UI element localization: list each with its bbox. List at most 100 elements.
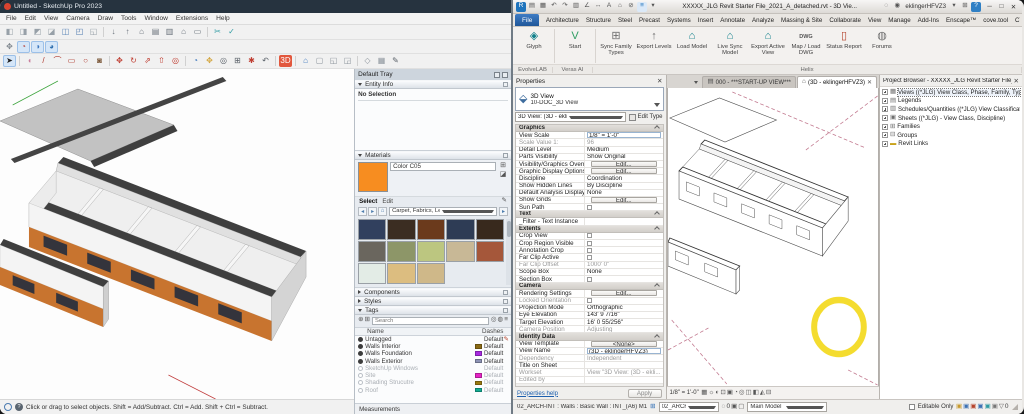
resize-grip[interactable] xyxy=(1012,404,1018,410)
paint-bucket-icon[interactable]: ◙ xyxy=(93,55,106,67)
apply-button[interactable]: Apply xyxy=(627,388,662,398)
design-options-icon[interactable]: ▣ xyxy=(731,403,737,411)
column-dashes[interactable]: Dashes xyxy=(482,328,508,335)
help-icon[interactable]: ? xyxy=(15,403,23,411)
tag-color-chip[interactable] xyxy=(475,387,482,393)
add-tag-icon[interactable]: ⊕ xyxy=(358,317,363,324)
load-model-button[interactable]: ⌂ Load Model xyxy=(673,28,711,64)
menu-item[interactable]: Draw xyxy=(98,15,113,22)
menu-item[interactable]: Camera xyxy=(66,15,89,22)
zoom-camera-icon[interactable]: ◎ xyxy=(217,55,230,67)
previous-view-icon[interactable]: ↶ xyxy=(259,55,272,67)
front-view-icon[interactable]: ◱ xyxy=(327,55,340,67)
color-by-tag-icon[interactable]: ◍ xyxy=(498,317,504,324)
analytical-model-icon[interactable]: ◭ xyxy=(760,389,765,397)
dropdown-icon[interactable]: ▾ xyxy=(949,2,959,12)
white-cube-icon[interactable]: ◨ xyxy=(17,26,30,38)
right-view-icon[interactable]: ◲ xyxy=(341,55,354,67)
status-blue2-icon[interactable]: ▣ xyxy=(977,403,983,411)
material-swatch[interactable] xyxy=(416,262,446,284)
menu-item[interactable]: Tools xyxy=(121,15,136,22)
ribbon-tab[interactable]: Annotate xyxy=(717,14,749,26)
visibility-eye-icon[interactable] xyxy=(358,365,364,371)
property-row[interactable]: Camera Position Adjusting xyxy=(516,326,663,334)
requests-count[interactable]: 0 xyxy=(726,403,730,411)
view-tab[interactable]: ▤ 000 - ***START-UP VIEW*** xyxy=(702,76,797,88)
material-swatch[interactable] xyxy=(416,240,446,262)
pan-camera-icon[interactable]: ✥ xyxy=(203,55,216,67)
visibility-eye-icon[interactable] xyxy=(358,351,364,357)
editing-requests-icon[interactable]: ◌ xyxy=(722,403,726,411)
sketchup-viewport[interactable] xyxy=(0,69,355,399)
project-browser-item[interactable]: ⊞ Families xyxy=(880,122,1022,131)
close-button[interactable]: ✕ xyxy=(1008,1,1019,12)
veras-start-button[interactable]: V Start xyxy=(556,28,594,64)
property-row[interactable]: View Template <None> xyxy=(516,340,663,348)
ribbon-tab[interactable]: Steel xyxy=(614,14,635,26)
glyph-button[interactable]: ◈ Glyph xyxy=(515,28,553,64)
material-swatch[interactable] xyxy=(475,218,504,240)
design-option-select[interactable]: Main Model xyxy=(747,402,828,412)
property-row[interactable]: Locked Orientation xyxy=(516,297,663,305)
material-swatch[interactable] xyxy=(358,240,387,262)
ribbon-tab[interactable]: Add-Ins xyxy=(914,14,942,26)
details-icon[interactable]: ▸ xyxy=(499,206,508,216)
view-tab[interactable]: ⌂ (3D - eklingerHFVZ3) ✕ xyxy=(797,76,877,88)
property-row[interactable]: Scale Value 1: 96 xyxy=(516,139,663,147)
property-row[interactable]: Scope Box None xyxy=(516,268,663,276)
view-scale-label[interactable]: 1/8" = 1'-0" xyxy=(670,390,699,396)
menu-item[interactable]: Extensions xyxy=(176,15,208,22)
material-swatch[interactable] xyxy=(475,240,504,262)
close-icon[interactable]: ✕ xyxy=(867,79,872,86)
tag-row[interactable]: Walls Exterior Default xyxy=(355,357,511,365)
property-row[interactable]: Section Box xyxy=(516,275,663,284)
status-gray-icon[interactable]: ▣ xyxy=(992,403,998,411)
subtract-icon[interactable]: ◰ xyxy=(73,26,86,38)
rectangle-tool-icon[interactable]: ▭ xyxy=(65,55,78,67)
checkbox[interactable] xyxy=(587,298,592,304)
checkbox[interactable] xyxy=(587,233,592,239)
tag-row[interactable]: Shading Strucutre Default xyxy=(355,379,511,386)
detach-icon[interactable] xyxy=(503,307,508,313)
property-row[interactable]: Default Analysis Display ... None xyxy=(516,189,663,197)
property-row[interactable]: Far Clip Offset 1000' 0" xyxy=(516,261,663,269)
styles-header[interactable]: Styles xyxy=(355,296,511,306)
filter-icon[interactable]: ▽ xyxy=(999,403,1004,411)
property-row[interactable]: Workset View "3D View: (3D - ekli... xyxy=(516,369,663,377)
ribbon-tab[interactable]: Massing & Site xyxy=(778,14,826,26)
material-swatch[interactable] xyxy=(358,218,387,240)
wireframe-mode-icon[interactable]: ▦ xyxy=(375,55,388,67)
ribbon-button[interactable] xyxy=(554,29,555,63)
checkbox[interactable] xyxy=(587,240,592,246)
main-model-icon[interactable]: ▢ xyxy=(738,403,744,411)
toolbar-icon[interactable] xyxy=(357,56,358,66)
property-row[interactable]: Detail Level Medium xyxy=(516,146,663,154)
zoom-extents-icon[interactable]: ✱ xyxy=(245,55,258,67)
property-row[interactable]: View Name (3D - eklingerHFVZ3) xyxy=(516,347,663,355)
tag-color-chip[interactable] xyxy=(475,344,482,349)
material-category-select[interactable]: Carpet, Fabrics, Leathers, Textiles an xyxy=(389,206,497,216)
tag-row[interactable]: Walls Interior Default xyxy=(355,343,511,350)
status-amber-icon[interactable]: ▣ xyxy=(956,403,962,411)
frame-icon[interactable]: ▭ xyxy=(191,26,204,38)
visual-style-icon[interactable]: ▦ xyxy=(701,389,707,397)
visibility-eye-icon[interactable] xyxy=(358,373,364,379)
property-row[interactable]: Rendering Settings Edit... xyxy=(516,290,663,298)
property-row[interactable]: Annotation Crop xyxy=(516,247,663,255)
ribbon-group-label[interactable]: Helix xyxy=(593,66,1022,73)
ribbon-tab[interactable]: Architecture xyxy=(542,14,582,26)
detach-icon[interactable] xyxy=(503,298,508,304)
shadows-icon[interactable]: ◐ xyxy=(715,389,719,397)
revit-viewport[interactable] xyxy=(666,88,879,386)
materials-header[interactable]: Materials xyxy=(355,150,511,160)
edit-type-button[interactable]: Edit Type xyxy=(628,113,664,121)
edit-pencil-icon[interactable]: ✎ xyxy=(504,336,509,344)
thin-lines-icon[interactable]: ≡ xyxy=(637,1,647,12)
house-icon[interactable]: ⌂ xyxy=(177,26,190,38)
select-tool-icon[interactable]: ➤ xyxy=(3,55,16,67)
redo-icon[interactable]: ↷ xyxy=(560,2,570,12)
menu-item[interactable]: Help xyxy=(216,15,230,22)
crop-icon[interactable]: ⊡ xyxy=(720,389,725,397)
rotate-tool-icon[interactable]: ↻ xyxy=(127,55,140,67)
map-load-dwg-button[interactable]: DWG Map / Load DWG xyxy=(787,28,825,64)
